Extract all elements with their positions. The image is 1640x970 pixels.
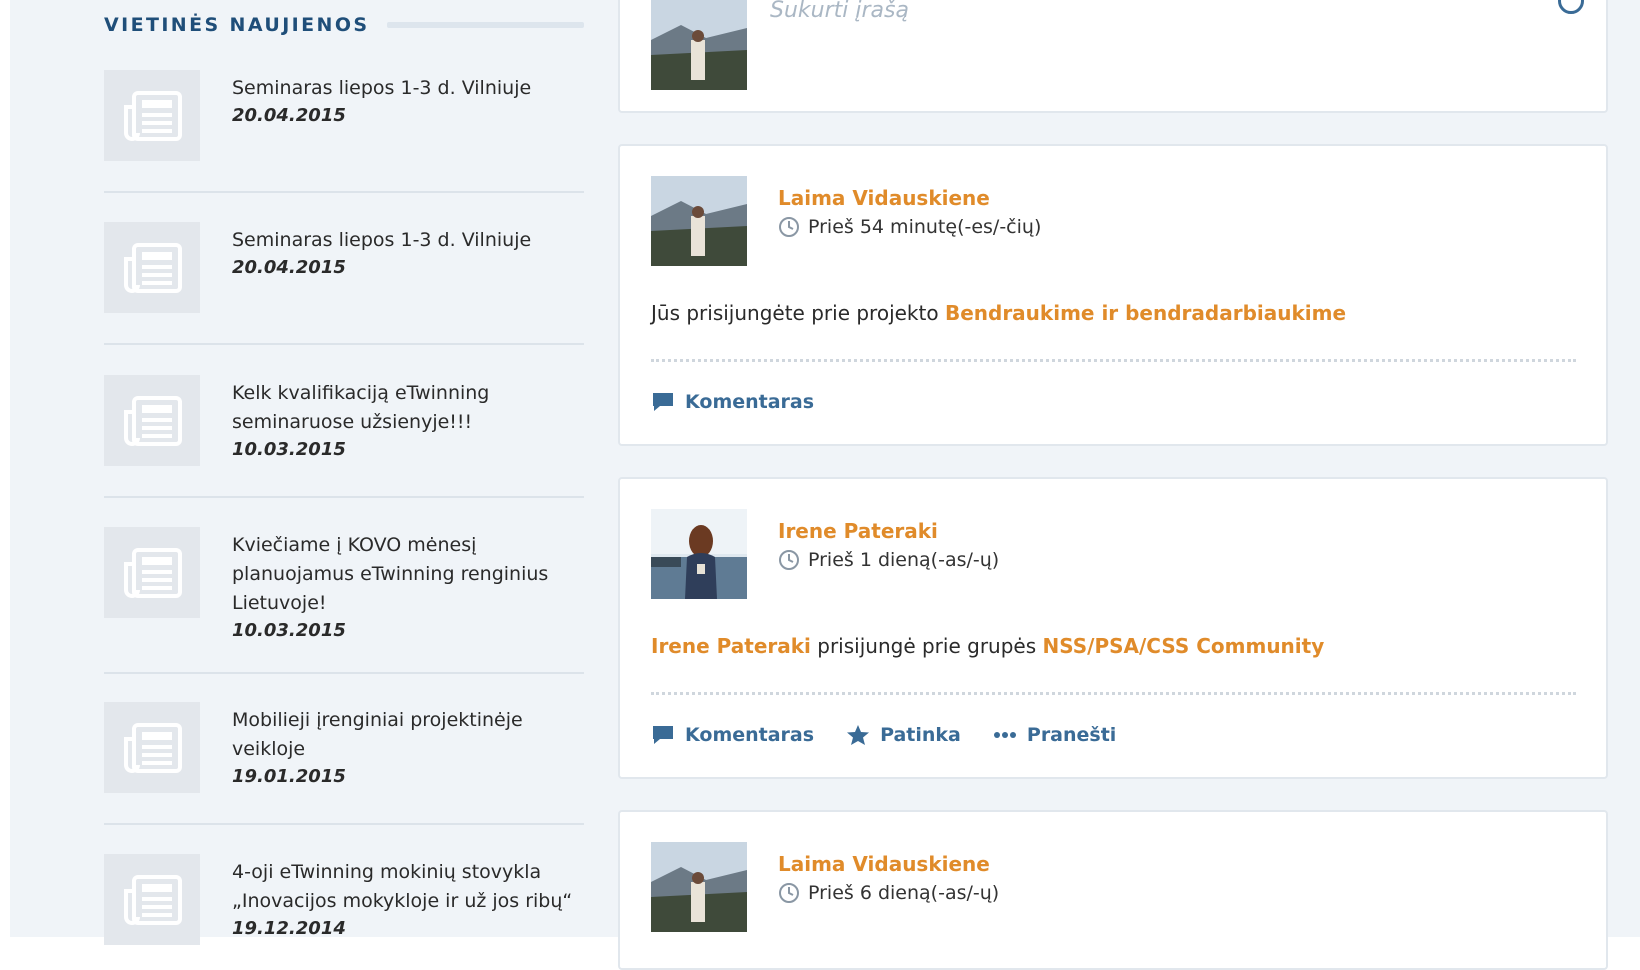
avatar-photo <box>651 842 747 932</box>
star-icon <box>847 725 870 745</box>
news-date: 19.12.2014 <box>232 918 346 939</box>
comment-icon <box>653 393 673 411</box>
info-icon[interactable] <box>1558 0 1584 14</box>
like-label: Patinka <box>880 724 961 746</box>
user-avatar[interactable] <box>651 0 747 90</box>
post-text-middle: prisijungė prie grupės <box>810 634 1043 658</box>
post-text: Jūs prisijungėte prie projekto Bendrauki… <box>651 301 1346 325</box>
newspaper-icon <box>124 395 182 446</box>
feed-post: Laima Vidauskiene Prieš 6 dieną(-as/-ų) <box>618 810 1608 970</box>
news-title[interactable]: Seminaras liepos 1-3 d. Vilniuje <box>232 226 584 255</box>
author-avatar[interactable] <box>651 176 747 266</box>
create-post-input[interactable]: Sukurti įrašą <box>770 0 909 23</box>
comment-label: Komentaras <box>685 391 815 413</box>
news-title[interactable]: Kviečiame į KOVO mėnesį planuojamus eTwi… <box>232 531 584 618</box>
news-title[interactable]: 4-oji eTwinning mokinių stovykla „Inovac… <box>232 858 584 916</box>
local-news-heading-text: VIETINĖS NAUJIENOS <box>104 14 370 36</box>
avatar-photo <box>651 176 747 266</box>
comment-label: Komentaras <box>685 724 815 746</box>
clock-icon <box>779 550 799 570</box>
news-thumbnail <box>104 527 200 618</box>
newspaper-icon <box>124 242 182 293</box>
news-date: 10.03.2015 <box>232 620 346 641</box>
news-title[interactable]: Seminaras liepos 1-3 d. Vilniuje <box>232 74 584 103</box>
post-time-text: Prieš 6 dieną(-as/-ų) <box>808 882 1000 904</box>
local-news-heading: VIETINĖS NAUJIENOS <box>104 10 584 40</box>
author-name[interactable]: Laima Vidauskiene <box>778 852 990 876</box>
avatar-photo <box>651 509 747 599</box>
author-name[interactable]: Irene Pateraki <box>778 519 938 543</box>
clock-icon <box>779 217 799 237</box>
post-time: Prieš 54 minutę(-es/-čių) <box>778 216 1041 238</box>
comment-button[interactable]: Komentaras <box>651 724 814 746</box>
newspaper-icon <box>124 90 182 141</box>
avatar-photo <box>651 0 747 90</box>
dotted-divider <box>651 692 1576 695</box>
post-time: Prieš 6 dieną(-as/-ų) <box>778 882 999 904</box>
news-thumbnail <box>104 702 200 793</box>
post-time-text: Prieš 1 dieną(-as/-ų) <box>808 549 1000 571</box>
author-avatar[interactable] <box>651 842 747 932</box>
news-date: 20.04.2015 <box>232 105 346 126</box>
post-text-prefix: Jūs prisijungėte prie projekto <box>651 301 945 325</box>
actor-link[interactable]: Irene Pateraki <box>651 634 811 658</box>
newspaper-icon <box>124 722 182 773</box>
project-link[interactable]: Bendraukime ir bendradarbiaukime <box>945 301 1346 325</box>
news-item[interactable]: Seminaras liepos 1-3 d. Vilniuje 20.04.2… <box>104 70 584 193</box>
post-text: Irene Pateraki prisijungė prie grupės NS… <box>651 634 1324 658</box>
author-avatar[interactable] <box>651 509 747 599</box>
report-button[interactable]: Pranešti <box>993 724 1116 746</box>
heading-divider <box>387 22 584 28</box>
news-item[interactable]: Mobilieji įrenginiai projektinėje veiklo… <box>104 702 584 825</box>
news-date: 20.04.2015 <box>232 257 346 278</box>
news-thumbnail <box>104 375 200 466</box>
newspaper-icon <box>124 547 182 598</box>
group-link[interactable]: NSS/PSA/CSS Community <box>1043 634 1325 658</box>
comment-button[interactable]: Komentaras <box>651 391 814 413</box>
news-date: 10.03.2015 <box>232 439 346 460</box>
clock-icon <box>779 883 799 903</box>
news-thumbnail <box>104 70 200 161</box>
news-title[interactable]: Mobilieji įrenginiai projektinėje veiklo… <box>232 706 584 764</box>
feed-post: Laima Vidauskiene Prieš 54 minutę(-es/-č… <box>618 144 1608 446</box>
post-time-text: Prieš 54 minutę(-es/-čių) <box>808 216 1042 238</box>
comment-icon <box>653 726 673 744</box>
author-name[interactable]: Laima Vidauskiene <box>778 186 990 210</box>
local-news-sidebar: VIETINĖS NAUJIENOS Seminaras liepos 1-3 … <box>104 0 584 945</box>
news-thumbnail <box>104 222 200 313</box>
news-date: 19.01.2015 <box>232 766 346 787</box>
report-label: Pranešti <box>1026 724 1117 746</box>
news-thumbnail <box>104 854 200 945</box>
newspaper-icon <box>124 874 182 925</box>
post-time: Prieš 1 dieną(-as/-ų) <box>778 549 999 571</box>
post-actions: Komentaras <box>651 391 814 413</box>
news-item[interactable]: 4-oji eTwinning mokinių stovykla „Inovac… <box>104 854 584 945</box>
more-dots-icon <box>993 732 1016 738</box>
like-button[interactable]: Patinka <box>846 724 961 746</box>
dotted-divider <box>651 359 1576 362</box>
news-item[interactable]: Kelk kvalifikaciją eTwinning seminaruose… <box>104 375 584 498</box>
news-title[interactable]: Kelk kvalifikaciją eTwinning seminaruose… <box>232 379 584 437</box>
news-item[interactable]: Kviečiame į KOVO mėnesį planuojamus eTwi… <box>104 527 584 674</box>
feed-post: Irene Pateraki Prieš 1 dieną(-as/-ų) Ire… <box>618 477 1608 779</box>
post-actions: Komentaras Patinka Pranešti <box>651 724 1116 746</box>
post-composer-card: Sukurti įrašą <box>618 0 1608 113</box>
news-item[interactable]: Seminaras liepos 1-3 d. Vilniuje 20.04.2… <box>104 222 584 345</box>
